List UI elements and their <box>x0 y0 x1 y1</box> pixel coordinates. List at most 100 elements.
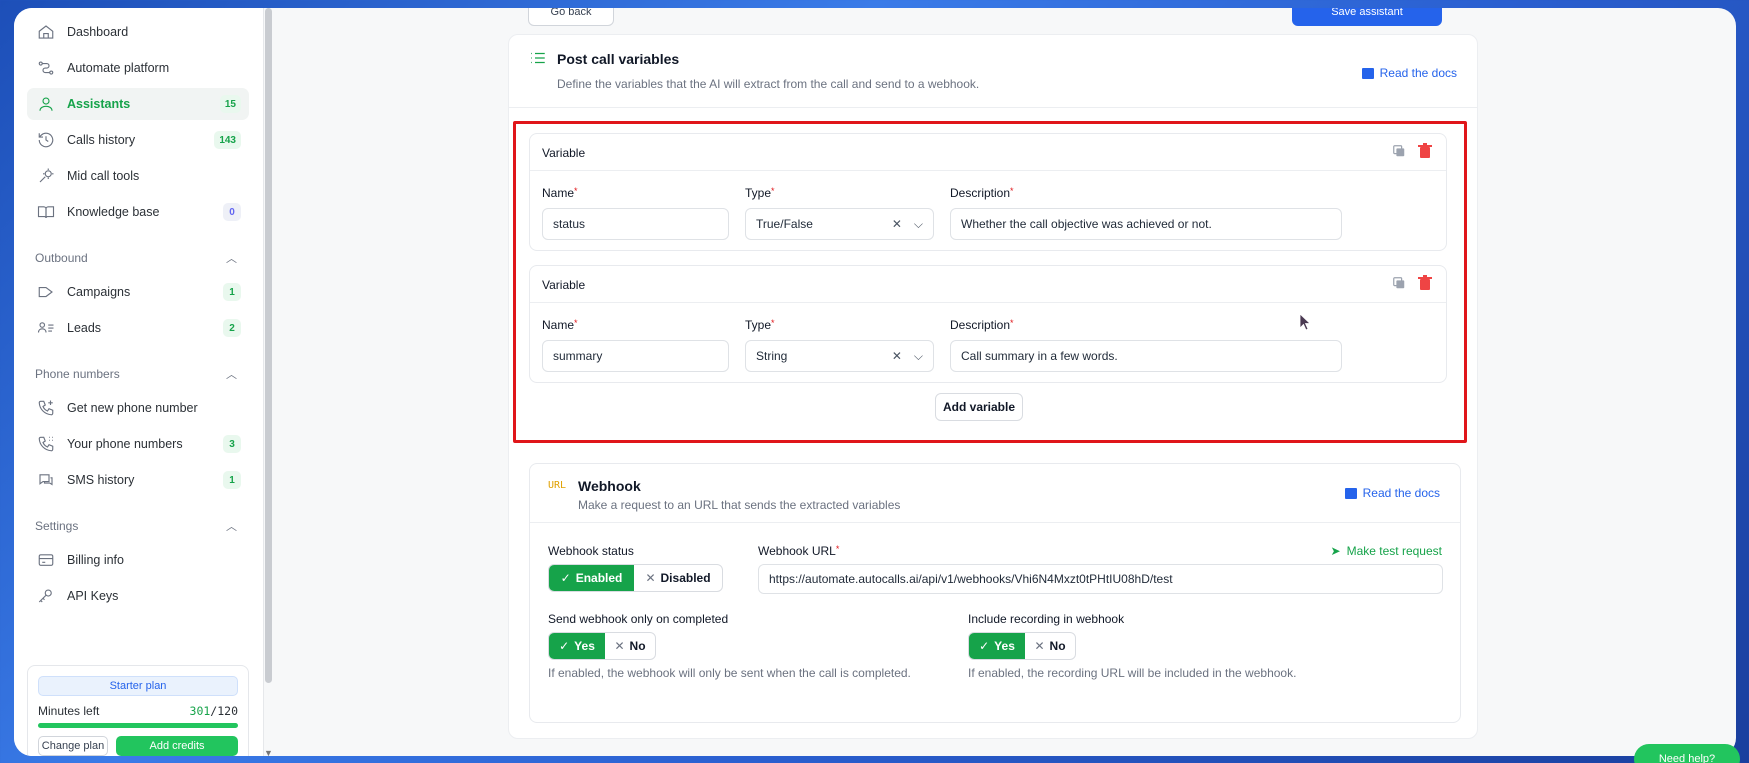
check-icon: ✓ <box>979 639 990 653</box>
no-option[interactable]: ✕ No <box>1025 633 1075 659</box>
sidebar-item-campaigns[interactable]: Campaigns 1 <box>27 276 249 308</box>
webhook-card: URL Webhook Make a request to an URL tha… <box>529 463 1461 723</box>
test-request-label: Make test request <box>1346 544 1442 558</box>
main-content: Go back Save assistant Post call variabl… <box>272 8 1736 756</box>
save-assistant-button[interactable]: Save assistant <box>1292 8 1442 26</box>
post-call-subtitle: Define the variables that the AI will ex… <box>557 77 980 91</box>
webhook-url-input[interactable]: https://automate.autocalls.ai/api/v1/web… <box>758 564 1443 594</box>
sidebar-item-calls-history[interactable]: Calls history 143 <box>27 124 249 156</box>
add-credits-button[interactable]: Add credits <box>116 736 238 756</box>
minutes-total: /120 <box>210 704 238 718</box>
section-outbound[interactable]: Outbound ︿ <box>27 242 249 274</box>
count-badge: 143 <box>214 131 241 149</box>
no-label: No <box>629 639 646 653</box>
close-icon: ✕ <box>1034 639 1045 653</box>
sidebar-item-automate[interactable]: Automate platform <box>27 52 249 84</box>
close-icon: ✕ <box>645 571 656 585</box>
read-docs-label: Read the docs <box>1362 486 1440 500</box>
make-test-request-link[interactable]: ➤ Make test request <box>1331 544 1442 558</box>
chat-icon <box>35 471 57 489</box>
sidebar-item-knowledge-base[interactable]: Knowledge base 0 <box>27 196 249 228</box>
history-icon <box>35 131 57 149</box>
webhook-status-label: Webhook status <box>548 544 634 558</box>
megaphone-icon <box>35 283 57 301</box>
sidebar-item-leads[interactable]: Leads 2 <box>27 312 249 344</box>
user-list-icon <box>35 319 57 337</box>
sidebar-item-label: Knowledge base <box>67 205 160 219</box>
no-label: No <box>1049 639 1066 653</box>
home-icon <box>35 23 57 41</box>
webhook-url-label: Webhook URL* <box>758 544 840 558</box>
sidebar-item-get-new-number[interactable]: Get new phone number <box>27 392 249 424</box>
plan-actions: Change plan Add credits <box>38 736 238 756</box>
user-icon <box>35 95 57 113</box>
disabled-label: Disabled <box>660 571 711 585</box>
need-help-button[interactable]: Need help? <box>1634 744 1740 763</box>
sidebar-item-label: Mid call tools <box>67 169 140 183</box>
no-option[interactable]: ✕ No <box>605 633 655 659</box>
minutes-value: 301/120 <box>190 704 238 718</box>
yes-option[interactable]: ✓ Yes <box>969 633 1025 659</box>
check-icon: ✓ <box>559 639 570 653</box>
go-back-button[interactable]: Go back <box>528 8 614 26</box>
highlight-box <box>513 121 1467 443</box>
yes-label: Yes <box>994 639 1015 653</box>
sidebar-item-label: SMS history <box>67 473 135 487</box>
section-phone-numbers[interactable]: Phone numbers ︿ <box>27 358 249 390</box>
sidebar-item-mid-call-tools[interactable]: Mid call tools <box>27 160 249 192</box>
sidebar-item-label: Campaigns <box>67 285 131 299</box>
sidebar-item-label: API Keys <box>67 589 119 603</box>
webhook-subtitle: Make a request to an URL that sends the … <box>578 498 901 512</box>
sidebar-item-api-keys[interactable]: API Keys <box>27 580 249 612</box>
yes-label: Yes <box>574 639 595 653</box>
count-badge: 1 <box>223 283 241 301</box>
sidebar-item-label: Your phone numbers <box>67 437 183 451</box>
minutes-label: Minutes left <box>38 704 100 718</box>
sidebar-item-your-numbers[interactable]: Your phone numbers 3 <box>27 428 249 460</box>
sidebar-scrollbar[interactable] <box>265 8 272 683</box>
divider <box>530 522 1460 523</box>
phone-grid-icon <box>35 435 57 453</box>
plan-card: Starter plan Minutes left 301/120 Change… <box>27 665 249 756</box>
section-settings[interactable]: Settings ︿ <box>27 510 249 542</box>
plan-badge: Starter plan <box>38 676 238 696</box>
minutes-progress-bar <box>38 723 238 728</box>
read-docs-link[interactable]: Read the docs <box>1344 486 1440 500</box>
count-badge: 1 <box>223 471 241 489</box>
enabled-label: Enabled <box>575 571 623 585</box>
divider <box>509 107 1477 108</box>
close-icon: ✕ <box>614 639 625 653</box>
minutes-used: 301 <box>189 704 211 718</box>
sidebar-item-assistants[interactable]: Assistants 15 <box>27 88 249 120</box>
recording-hint: If enabled, the recording URL will be in… <box>968 666 1297 680</box>
sidebar-item-label: Leads <box>67 321 102 335</box>
sidebar-item-billing-info[interactable]: Billing info <box>27 544 249 576</box>
tools-icon <box>35 167 57 185</box>
disabled-option[interactable]: ✕ Disabled <box>634 565 722 591</box>
change-plan-button[interactable]: Change plan <box>38 736 108 756</box>
book-icon <box>35 203 57 221</box>
sidebar-item-sms-history[interactable]: SMS history 1 <box>27 464 249 496</box>
webhook-url-label-text: Webhook URL <box>758 544 836 558</box>
sidebar-item-label: Billing info <box>67 553 124 567</box>
sidebar-item-label: Get new phone number <box>67 401 198 415</box>
count-badge: 3 <box>223 435 241 453</box>
mouse-cursor-icon <box>1299 313 1311 331</box>
completed-hint: If enabled, the webhook will only be sen… <box>548 666 911 680</box>
completed-toggle: ✓ Yes ✕ No <box>548 632 656 660</box>
sidebar-item-label: Automate platform <box>67 61 170 75</box>
chevron-up-icon: ︿ <box>226 521 237 533</box>
yes-option[interactable]: ✓ Yes <box>549 633 605 659</box>
list-icon <box>529 49 547 67</box>
section-title: Phone numbers <box>35 367 120 381</box>
sidebar-item-dashboard[interactable]: Dashboard <box>27 16 249 48</box>
count-badge: 0 <box>223 203 241 221</box>
webhook-title: Webhook <box>578 478 641 494</box>
enabled-option[interactable]: ✓ Enabled <box>549 565 634 591</box>
sidebar-item-label: Dashboard <box>67 25 129 39</box>
minutes-row: Minutes left 301/120 <box>38 704 238 718</box>
sidebar-nav: Dashboard Automate platform Assistants 1… <box>27 16 249 616</box>
credit-card-icon <box>35 551 57 569</box>
chevron-up-icon: ︿ <box>226 253 237 265</box>
read-docs-link[interactable]: Read the docs <box>1361 66 1457 80</box>
